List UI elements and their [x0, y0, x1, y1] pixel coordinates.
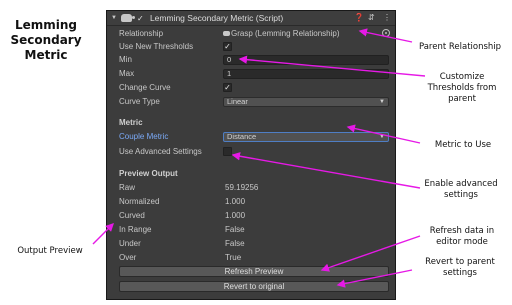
arrow-parent-relationship — [358, 28, 413, 43]
annotation-text: settings — [444, 190, 478, 200]
annotation-output-preview: Output Preview — [4, 246, 96, 257]
arrow-customize-thresholds — [238, 55, 426, 77]
annotation-text: Metric to Use — [434, 140, 492, 150]
annotation-customize-thresholds: Customize Thresholds from parent — [414, 72, 510, 105]
annotation-text: Enable advanced — [424, 179, 498, 189]
annotation-refresh: Refresh data in editor mode — [414, 226, 510, 248]
annotation-text: Refresh data in — [429, 226, 495, 236]
annotation-text: Parent Relationship — [418, 42, 502, 52]
annotation-text: settings — [443, 268, 477, 278]
annotation-text: Revert to parent — [425, 257, 495, 267]
annotation-text: Thresholds from — [427, 83, 497, 93]
annotation-text: Customize — [439, 72, 485, 82]
annotation-revert: Revert to parent settings — [410, 257, 510, 279]
arrow-output-preview — [92, 223, 114, 245]
annotation-parent-relationship: Parent Relationship — [410, 42, 510, 53]
arrow-refresh — [320, 235, 421, 272]
annotation-text: Output Preview — [17, 246, 83, 256]
arrow-revert — [336, 269, 413, 288]
annotation-enable-advanced: Enable advanced settings — [412, 179, 510, 201]
annotation-text: editor mode — [436, 237, 488, 247]
arrow-advanced-settings — [231, 152, 421, 189]
annotation-metric-to-use: Metric to Use — [418, 140, 508, 151]
arrow-metric-to-use — [346, 124, 421, 144]
annotation-text: parent — [448, 94, 476, 104]
